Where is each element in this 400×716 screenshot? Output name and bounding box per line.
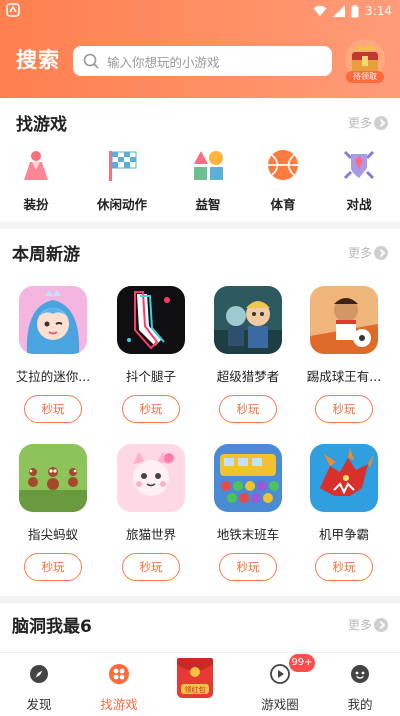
more-label: 更多 (347, 246, 372, 260)
nav-label: 我的 (347, 697, 373, 712)
red-envelope-icon[interactable]: 领红包 (173, 656, 217, 700)
game-name: 艾拉的迷你... (15, 369, 91, 384)
dress-icon (24, 151, 48, 180)
game-card[interactable]: 艾拉的迷你... 秒玩 (8, 286, 98, 423)
more-label: 更多 (347, 116, 372, 130)
brain-section-more[interactable]: 更多 (348, 616, 388, 633)
play-button[interactable]: 秒玩 (219, 395, 277, 423)
cat-icon (117, 444, 185, 512)
play-button[interactable]: 秒玩 (122, 395, 180, 423)
search-placeholder: 输入你想玩的小游戏 (107, 54, 220, 70)
game-name: 超级猎梦者 (216, 369, 280, 384)
brain-section-title: 脑洞我最6 (12, 617, 92, 637)
category-label: 休闲动作 (96, 197, 147, 212)
signal-icon (333, 5, 346, 17)
search-icon (83, 53, 99, 69)
gift-badge: 待领取 (346, 71, 384, 83)
new-games-title: 本周新游 (12, 245, 80, 265)
game-card[interactable]: 指尖蚂蚁 秒玩 (8, 444, 98, 581)
header: 3:14 搜索 输入你想玩的小游戏 待领取 (0, 0, 400, 98)
play-button[interactable]: 秒玩 (122, 553, 180, 581)
category-label: 对战 (346, 197, 372, 212)
compass-icon (30, 665, 48, 683)
category-label: 装扮 (23, 197, 49, 212)
nav-mine[interactable]: 我的 (325, 664, 395, 713)
category-label: 体育 (270, 197, 296, 212)
section-divider (0, 596, 400, 603)
princess-icon (19, 286, 87, 354)
game-card[interactable]: 地铁末班车 秒玩 (203, 444, 293, 581)
hunter-icon (214, 286, 282, 354)
nav-label: 找游戏 (100, 697, 138, 712)
new-games-more[interactable]: 更多 (348, 244, 388, 261)
flag-icon (109, 151, 137, 181)
page: 3:14 搜索 输入你想玩的小游戏 待领取 找游戏 更多 装扮 休闲动作 益智 … (0, 0, 400, 716)
category-dress[interactable]: 装扮 (1, 148, 71, 213)
find-games-more[interactable]: 更多 (348, 114, 388, 131)
play-button[interactable]: 秒玩 (219, 553, 277, 581)
find-games-title: 找游戏 (16, 115, 67, 135)
play-circle-icon (270, 664, 290, 684)
nav-label: 发现 (26, 697, 52, 712)
game-card[interactable]: 超级猎梦者 秒玩 (203, 286, 293, 423)
battery-icon (351, 4, 359, 17)
ants-icon (19, 444, 87, 512)
chevron-right-icon (374, 617, 388, 632)
chevron-right-icon (374, 245, 388, 260)
app-logo-icon (6, 3, 20, 17)
section-divider (0, 222, 400, 229)
shapes-icon (194, 151, 223, 180)
game-card[interactable]: 旅猫世界 秒玩 (106, 444, 196, 581)
notification-badge: 99+ (289, 654, 315, 672)
play-button[interactable]: 秒玩 (24, 395, 82, 423)
nav-find-games[interactable]: 找游戏 (84, 664, 154, 713)
wifi-icon (313, 5, 327, 16)
football-icon (310, 286, 378, 354)
nav-discover[interactable]: 发现 (4, 664, 74, 713)
game-name: 机甲争霸 (318, 527, 369, 542)
category-casual-action[interactable]: 休闲动作 (87, 148, 157, 213)
game-name: 抖个腿子 (125, 369, 176, 384)
ball-icon (268, 150, 298, 180)
more-label: 更多 (347, 618, 372, 632)
category-battle[interactable]: 对战 (324, 148, 394, 213)
search-title: 搜索 (16, 48, 60, 72)
game-card[interactable]: 踢成球王有... 秒玩 (299, 286, 389, 423)
profile-icon (351, 665, 369, 683)
dragon-icon (310, 444, 378, 512)
nav-label: 游戏圈 (261, 697, 299, 712)
play-button[interactable]: 秒玩 (315, 395, 373, 423)
search-input[interactable]: 输入你想玩的小游戏 (73, 46, 332, 76)
status-icons: 3:14 (313, 4, 392, 18)
game-name: 踢成球王有... (306, 369, 382, 384)
leg-icon (117, 286, 185, 354)
bus-icon (214, 444, 282, 512)
play-button[interactable]: 秒玩 (315, 553, 373, 581)
clock: 3:14 (365, 4, 392, 18)
game-name: 指尖蚂蚁 (27, 527, 78, 542)
game-name: 地铁末班车 (216, 527, 280, 542)
game-card[interactable]: 抖个腿子 秒玩 (106, 286, 196, 423)
chevron-right-icon (374, 115, 388, 130)
game-card[interactable]: 机甲争霸 秒玩 (299, 444, 389, 581)
status-bar: 3:14 (0, 0, 400, 24)
game-name: 旅猫世界 (125, 527, 176, 542)
play-button[interactable]: 秒玩 (24, 553, 82, 581)
red-envelope-label: 领红包 (185, 685, 206, 694)
shield-icon (343, 150, 375, 180)
category-sports[interactable]: 体育 (248, 148, 318, 213)
category-puzzle[interactable]: 益智 (173, 148, 243, 213)
category-label: 益智 (195, 197, 221, 212)
game-grid-icon (109, 664, 129, 684)
